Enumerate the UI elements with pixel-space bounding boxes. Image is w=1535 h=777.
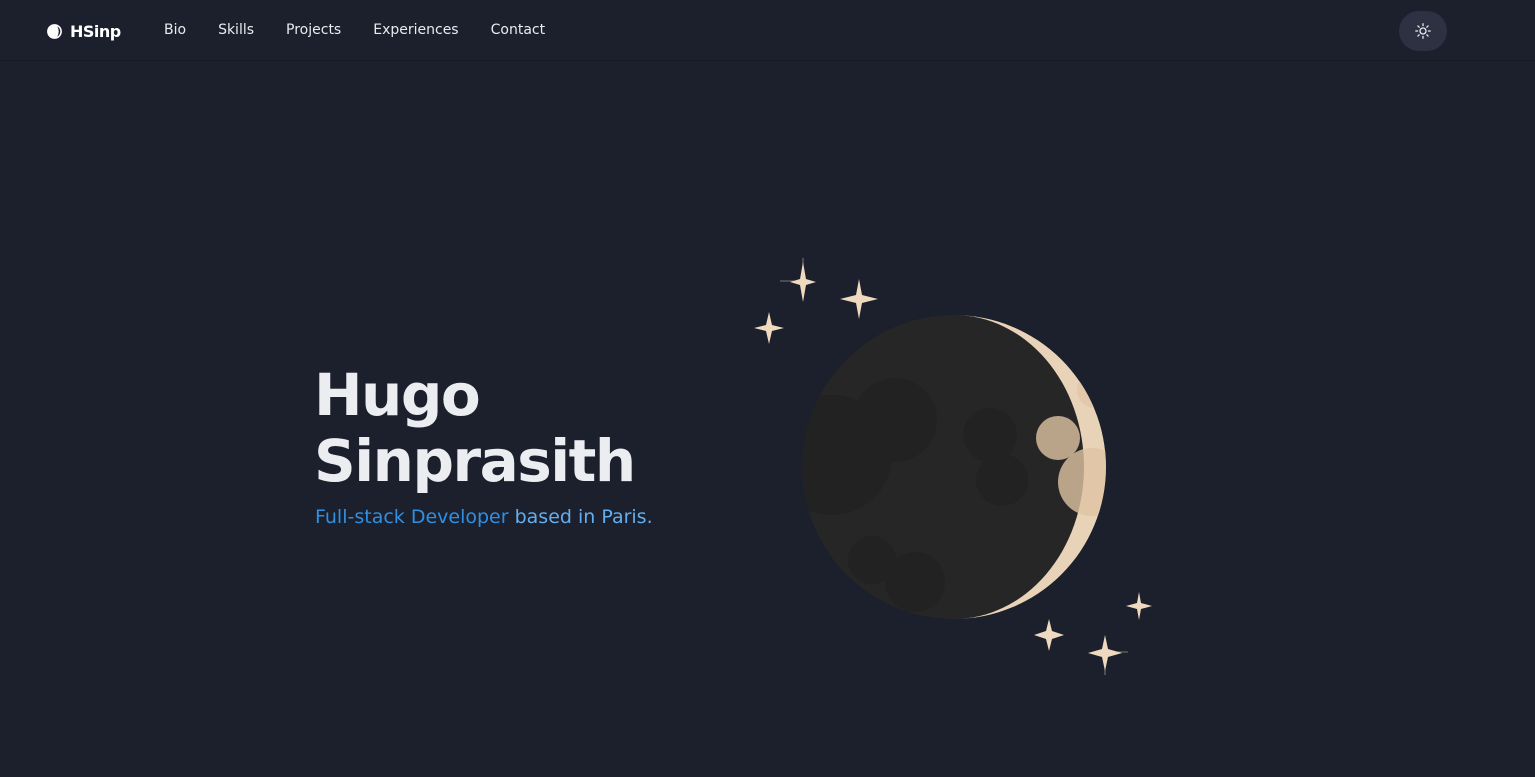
star-icon [840, 279, 878, 319]
half-moon-icon [47, 23, 62, 39]
brand-name: HSinp [70, 21, 121, 41]
nav-link-bio[interactable]: Bio [164, 20, 186, 40]
page: HSinp Bio Skills Projects Experiences Co… [0, 0, 1535, 777]
nav-link-skills[interactable]: Skills [218, 20, 254, 40]
brand-logo-link[interactable]: HSinp [47, 19, 121, 43]
main-nav: Bio Skills Projects Experiences Contact [164, 20, 577, 40]
sun-icon [1415, 23, 1431, 39]
star-icon [1034, 619, 1064, 651]
nav-link-projects[interactable]: Projects [286, 20, 341, 40]
star-icon [1126, 592, 1152, 620]
hero-last-name: Sinprasith [314, 427, 636, 495]
navbar: HSinp Bio Skills Projects Experiences Co… [0, 0, 1535, 61]
hero-title: Hugo Sinprasith [314, 361, 636, 495]
hero-first-name: Hugo [314, 361, 481, 429]
hero-subtitle: Full-stack Developer based in Paris. [315, 505, 653, 529]
theme-toggle-button[interactable] [1399, 11, 1447, 51]
star-icon [754, 312, 784, 344]
nav-link-experiences[interactable]: Experiences [373, 20, 458, 40]
moon-icon [802, 315, 1106, 619]
hero-subtitle-role: Full-stack Developer [315, 506, 509, 528]
hero-subtitle-location: based in Paris. [514, 506, 653, 528]
nav-link-contact[interactable]: Contact [491, 20, 545, 40]
crescent-moon-illustration [740, 250, 1170, 680]
